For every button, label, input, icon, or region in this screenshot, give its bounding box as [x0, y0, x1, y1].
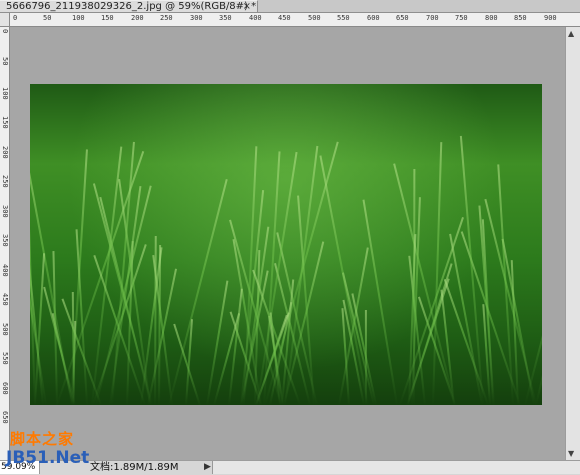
status-menu-arrow-icon[interactable]: ▶: [204, 461, 211, 474]
ruler-label: 200: [1, 146, 9, 159]
ruler-label: 350: [1, 234, 9, 247]
ruler-label: 250: [1, 175, 9, 188]
vertical-scrollbar[interactable]: ▲ ▼: [565, 27, 580, 460]
ruler-label: 100: [1, 87, 9, 100]
ruler-label: 150: [101, 14, 114, 22]
ruler-label: 600: [367, 14, 380, 22]
horizontal-ruler[interactable]: 0 50 100 150 200 250 300 350 400 450 500…: [10, 13, 580, 27]
ruler-label: 200: [131, 14, 144, 22]
ruler-label: 500: [308, 14, 321, 22]
close-icon[interactable]: ×: [243, 1, 251, 12]
scroll-down-icon[interactable]: ▼: [568, 449, 574, 458]
ruler-label: 400: [249, 14, 262, 22]
document-size-info: 文档:1.89M/1.89M: [90, 462, 179, 473]
ruler-label: 500: [1, 323, 9, 336]
ruler-label: 50: [1, 57, 9, 66]
document-tab-title: 5666796_211938029326_2.jpg @ 59%(RGB/8#)…: [6, 1, 257, 12]
watermark-line1: 脚本之家: [10, 430, 75, 448]
ruler-label: 0: [13, 14, 18, 22]
ruler-label: 450: [1, 293, 9, 306]
document-tab[interactable]: 5666796_211938029326_2.jpg @ 59%(RGB/8#)…: [0, 0, 258, 12]
ruler-label: 550: [337, 14, 350, 22]
vertical-ruler[interactable]: 0 50 100 150 200 250 300 350 400 450 500…: [0, 13, 10, 460]
ruler-label: 100: [72, 14, 85, 22]
ruler-label: 550: [1, 352, 9, 365]
ruler-label: 600: [1, 382, 9, 395]
ruler-label: 700: [426, 14, 439, 22]
ruler-label: 0: [1, 29, 9, 34]
grass-blade: [167, 178, 228, 405]
ruler-origin-corner[interactable]: [0, 13, 10, 27]
ruler-label: 350: [219, 14, 232, 22]
ruler-label: 850: [514, 14, 527, 22]
document-tab-bar: 5666796_211938029326_2.jpg @ 59%(RGB/8#)…: [0, 0, 580, 13]
ruler-label: 750: [455, 14, 468, 22]
scroll-up-icon[interactable]: ▲: [568, 29, 574, 38]
ruler-label: 900: [544, 14, 557, 22]
site-watermark: 脚本之家 JB51.Net: [0, 428, 90, 472]
horizontal-scrollbar[interactable]: [212, 461, 580, 474]
ruler-label: 300: [190, 14, 203, 22]
ruler-label: 650: [396, 14, 409, 22]
ruler-label: 150: [1, 116, 9, 129]
ruler-label: 400: [1, 264, 9, 277]
grass-photo[interactable]: [30, 84, 542, 405]
ruler-label: 800: [485, 14, 498, 22]
grass-blade: [534, 203, 542, 405]
ruler-label: 300: [1, 205, 9, 218]
ruler-label: 650: [1, 411, 9, 424]
ruler-label: 450: [278, 14, 291, 22]
ruler-label: 250: [160, 14, 173, 22]
ruler-label: 50: [43, 14, 52, 22]
watermark-line2: JB51.Net: [6, 448, 90, 468]
